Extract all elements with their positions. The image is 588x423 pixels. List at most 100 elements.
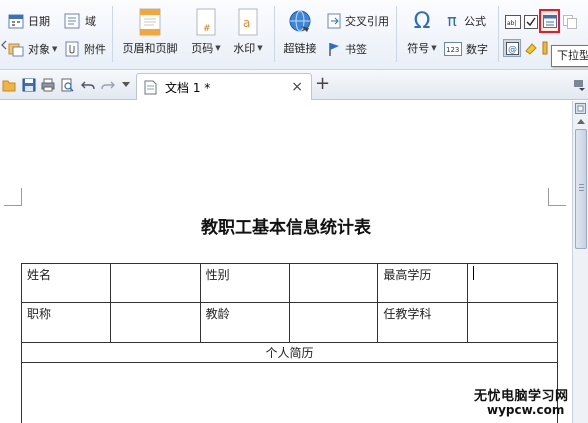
page-number-icon: # (196, 8, 216, 36)
table-cell[interactable] (288, 263, 379, 303)
hyperlink-label: 超链接 (283, 42, 317, 55)
watermark-label: 水印 (233, 42, 256, 55)
scroll-up-arrow-icon[interactable] (576, 118, 586, 125)
svg-text:#: # (203, 24, 211, 34)
field-button[interactable]: 域 (64, 13, 96, 29)
print-icon[interactable] (41, 78, 55, 92)
undo-icon[interactable] (81, 78, 95, 92)
number-label: 数字 (466, 43, 488, 56)
field-icon (64, 13, 80, 29)
page-number-label: 页码 (191, 42, 214, 55)
header-footer-icon (139, 8, 161, 36)
cross-reference-label: 交叉引用 (345, 15, 389, 28)
page-view-icon[interactable] (575, 103, 586, 114)
ribbon-separator (498, 6, 499, 62)
table-row: 姓名 性别 最高学历 (21, 263, 558, 303)
header-footer-label: 页眉和页脚 (122, 42, 178, 55)
eraser-icon[interactable] (524, 41, 538, 55)
site-watermark-title: 无忧电脑学习网 (474, 389, 569, 404)
calendar-icon (8, 14, 24, 29)
table-cell[interactable]: 性别 (199, 263, 290, 303)
quick-access-dropdown-icon[interactable] (122, 82, 130, 88)
table-cell[interactable]: 姓名 (21, 263, 111, 303)
tooltip-label: 下拉型 (557, 49, 588, 62)
table-cell[interactable] (109, 263, 201, 303)
form-design-mode-button[interactable]: @ (503, 39, 521, 57)
watermark-button[interactable]: a 水印 ▼ (228, 8, 268, 56)
cross-reference-button[interactable]: 交叉引用 (326, 13, 389, 29)
checkbox-form-field-icon[interactable] (524, 15, 538, 29)
symbol-dropdown-icon[interactable]: ▼ (431, 44, 436, 52)
attachment-icon (65, 41, 79, 57)
page-number-dropdown-icon[interactable]: ▼ (215, 44, 220, 52)
cross-reference-icon (327, 13, 341, 29)
document-tab-title: 文档 1 * (165, 80, 211, 95)
svg-text:@: @ (508, 45, 517, 55)
vertical-scrollbar[interactable] (572, 101, 588, 423)
table-row: 个人简历 (21, 342, 558, 363)
date-label: 日期 (28, 15, 50, 28)
table-cell[interactable]: 教龄 (199, 302, 290, 343)
table-cell[interactable] (288, 302, 379, 343)
ribbon-separator (396, 6, 397, 62)
resume-header-cell[interactable]: 个人简历 (21, 342, 558, 363)
svg-text:ab|: ab| (507, 20, 517, 27)
table-row: 职称 教龄 任教学科 (21, 302, 558, 343)
number-button[interactable]: 123 数字 (444, 41, 488, 57)
page-margin-corner-left (4, 188, 22, 206)
redo-icon[interactable] (101, 78, 115, 92)
table-cell[interactable]: 最高学历 (377, 263, 469, 303)
open-folder-icon[interactable] (2, 78, 16, 92)
symbol-button[interactable]: Ω 符号 ▼ (402, 8, 442, 56)
quick-access-bar: 文档 1 * × + (0, 70, 588, 100)
svg-text:123: 123 (446, 46, 459, 54)
ribbon-separator (274, 6, 275, 62)
document-page[interactable]: 教职工基本信息统计表 姓名 性别 最高学历 职称 教龄 任教学科 个人简历 (0, 101, 572, 423)
svg-text:a: a (243, 16, 250, 30)
omega-symbol-icon: Ω (413, 9, 431, 34)
bookmark-button[interactable]: 书签 (326, 41, 367, 57)
symbol-label: 符号 (407, 42, 430, 55)
dropdown-tooltip: 下拉型 (551, 45, 588, 67)
print-preview-icon[interactable] (60, 78, 74, 92)
new-tab-icon[interactable]: + (315, 73, 330, 94)
form-design-icon: @ (506, 42, 519, 55)
attachment-label: 附件 (84, 43, 106, 56)
close-tab-icon[interactable]: × (291, 79, 303, 95)
ribbon-scroll-left-icon[interactable] (1, 40, 7, 50)
watermark-icon: a (238, 8, 258, 36)
pi-formula-icon: π (447, 11, 457, 30)
attachment-button[interactable]: 附件 (64, 41, 106, 57)
globe-link-icon (289, 10, 311, 32)
table-cell[interactable]: 职称 (21, 302, 111, 343)
site-watermark-url: wypcw.com (487, 403, 565, 417)
copy-form-icon[interactable] (563, 15, 577, 29)
ribbon-separator (112, 6, 113, 62)
object-button[interactable]: 对象 ▼ (8, 41, 57, 57)
field-label: 域 (85, 15, 96, 28)
bookmark-flag-icon (329, 43, 339, 56)
bookmark-label: 书签 (345, 43, 367, 56)
table-cell-with-cursor[interactable] (467, 263, 558, 303)
watermark-dropdown-icon[interactable]: ▼ (257, 44, 262, 52)
page-number-button[interactable]: # 页码 ▼ (186, 8, 226, 56)
formula-button[interactable]: π 公式 (444, 11, 486, 30)
text-form-field-icon[interactable]: ab| (505, 15, 521, 29)
table-cell[interactable]: 任教学科 (377, 302, 469, 343)
text-cursor (473, 266, 475, 280)
tab-list-dropdown-icon[interactable] (574, 79, 586, 91)
ribbon-toolbar: 日期 域 对象 ▼ 附件 页眉和页脚 # 页码 ▼ a 水印 ▼ 超链接 交叉引… (0, 0, 588, 70)
scroll-thumb[interactable] (575, 129, 587, 249)
table-cell[interactable] (467, 302, 558, 343)
table-cell[interactable] (109, 302, 201, 343)
date-button[interactable]: 日期 (8, 13, 50, 29)
tab-document-1[interactable]: 文档 1 * × (136, 73, 312, 100)
object-icon (8, 43, 24, 57)
pencil-icon[interactable] (542, 41, 548, 55)
header-footer-button[interactable]: 页眉和页脚 (120, 8, 180, 56)
number-123-icon: 123 (444, 42, 462, 56)
save-disk-icon[interactable] (22, 78, 36, 92)
hyperlink-button[interactable]: 超链接 (280, 8, 320, 56)
object-dropdown-icon[interactable]: ▼ (52, 45, 57, 53)
dropdown-form-field-button[interactable] (539, 9, 560, 33)
